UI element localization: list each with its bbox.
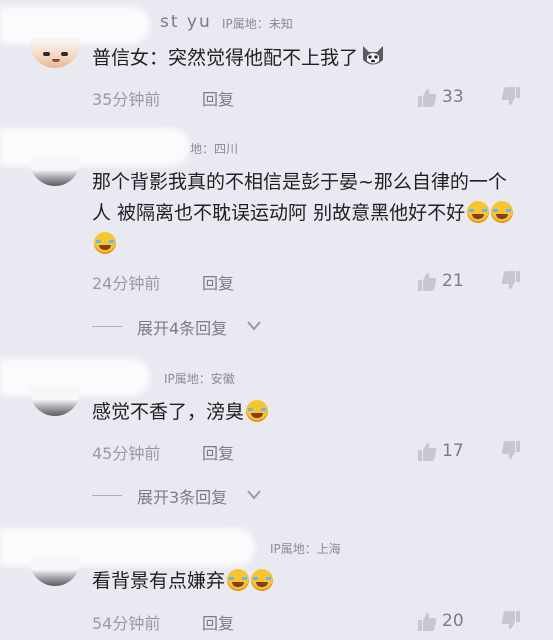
comment-text-content: 看背景有点嫌弃 xyxy=(92,570,226,592)
thumbs-up-icon xyxy=(418,443,437,461)
divider xyxy=(92,326,122,327)
reply-button[interactable]: 回复 xyxy=(202,440,234,464)
like-count: 20 xyxy=(442,611,464,631)
thumbs-up-icon xyxy=(418,613,437,631)
like-count: 21 xyxy=(442,271,464,291)
avatar[interactable] xyxy=(30,556,80,586)
comment-text-content: 那个背影我真的不相信是彭于晏~那么自律的一个人 被隔离也不耽误运动阿 别故意黑他… xyxy=(92,171,507,224)
crying-laugh-emoji-icon xyxy=(251,569,274,591)
like-count: 17 xyxy=(442,441,464,461)
comment-text-content: 感觉不香了，滂臭 xyxy=(92,401,245,423)
like-count: 33 xyxy=(442,87,464,107)
chevron-down-icon xyxy=(247,490,261,500)
reply-button[interactable]: 回复 xyxy=(202,86,234,110)
timestamp: 45分钟前 xyxy=(92,444,161,463)
reply-button[interactable]: 回复 xyxy=(202,270,234,294)
reply-button[interactable]: 回复 xyxy=(202,610,234,634)
like-button[interactable]: 20 xyxy=(417,610,487,634)
crying-laugh-emoji-icon xyxy=(467,201,490,223)
comment-text: 感觉不香了，滂臭 xyxy=(92,397,522,428)
like-button[interactable]: 17 xyxy=(417,440,487,464)
timestamp: 35分钟前 xyxy=(92,90,161,109)
thumbs-up-icon xyxy=(418,273,437,291)
crying-laugh-emoji-icon xyxy=(491,201,514,223)
ip-location: 地：四川 xyxy=(190,142,239,156)
crying-laugh-emoji-icon xyxy=(227,569,250,591)
dislike-button[interactable] xyxy=(501,440,521,462)
dislike-button[interactable] xyxy=(501,270,521,292)
thumbs-up-icon xyxy=(418,89,437,107)
crying-laugh-emoji-icon xyxy=(94,232,116,254)
husky-emoji-icon xyxy=(360,44,386,68)
divider xyxy=(92,495,122,496)
like-button[interactable]: 33 xyxy=(417,86,487,110)
thumbs-down-icon xyxy=(501,441,520,459)
chevron-down-icon xyxy=(247,321,261,331)
expand-replies-label: 展开4条回复 xyxy=(137,319,228,338)
timestamp: 24分钟前 xyxy=(92,274,161,293)
crying-laugh-emoji-icon xyxy=(246,400,269,422)
ip-location: IP属地：上海 xyxy=(270,542,341,556)
comment-text-content: 普信女：突然觉得他配不上我了 xyxy=(92,47,359,69)
dislike-button[interactable] xyxy=(501,610,521,632)
ip-location: IP属地：安徽 xyxy=(164,372,235,386)
thumbs-down-icon xyxy=(501,611,520,629)
username[interactable]: st yu xyxy=(160,12,212,32)
dislike-button[interactable] xyxy=(501,86,521,108)
timestamp: 54分钟前 xyxy=(92,614,161,633)
comment-text: 那个背影我真的不相信是彭于晏~那么自律的一个人 被隔离也不耽误运动阿 别故意黑他… xyxy=(92,167,522,260)
thumbs-down-icon xyxy=(501,271,520,289)
comment-text: 看背景有点嫌弃 xyxy=(92,566,522,597)
expand-replies-button[interactable]: 展开3条回复 xyxy=(92,484,292,508)
ip-location: IP属地：未知 xyxy=(222,17,293,31)
avatar[interactable] xyxy=(30,386,80,416)
thumbs-down-icon xyxy=(501,87,520,105)
like-button[interactable]: 21 xyxy=(417,270,487,294)
comment-text: 普信女：突然觉得他配不上我了 xyxy=(92,43,522,74)
expand-replies-button[interactable]: 展开4条回复 xyxy=(92,315,292,339)
redacted-area xyxy=(0,128,190,166)
avatar[interactable] xyxy=(30,156,80,186)
expand-replies-label: 展开3条回复 xyxy=(137,488,228,507)
avatar[interactable] xyxy=(30,38,80,68)
